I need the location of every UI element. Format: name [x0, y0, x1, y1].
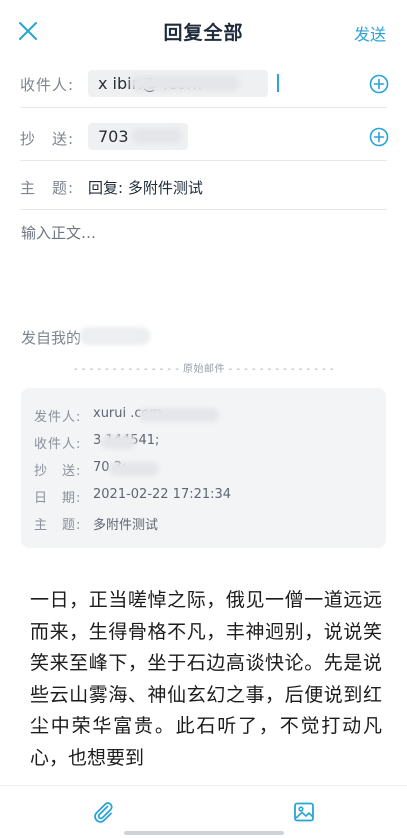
- redaction: [132, 128, 182, 144]
- redaction: [109, 462, 159, 476]
- original-field-label: 日 期:: [34, 491, 82, 506]
- redaction: [101, 435, 136, 449]
- text-caret: [277, 74, 279, 92]
- original-date-row: 日 期: 2021-02-22 17:21:34: [34, 487, 376, 507]
- home-indicator: [124, 831, 284, 835]
- cc-label: 抄 送:: [20, 130, 75, 148]
- original-field-label: 发件人:: [34, 410, 82, 425]
- original-mail-divider: - - - - - - - - - - - - - - 原始邮件 - - - -…: [73, 364, 335, 374]
- original-field-value: 2021-02-22 17:21:34: [93, 487, 232, 502]
- original-field-label: 抄 送:: [34, 464, 82, 479]
- redaction: [130, 75, 240, 91]
- to-label: 收件人:: [20, 76, 75, 94]
- original-subject-row: 主 题: 多附件测试: [34, 514, 376, 534]
- original-mail-card: 发件人: xurui .com 收件人: 3 144541; 抄 送: 70 3…: [21, 388, 386, 548]
- original-field-value: 多附件测试: [93, 518, 159, 533]
- original-field-label: 主 题:: [34, 518, 82, 533]
- redaction: [139, 408, 219, 422]
- subject-field[interactable]: 回复: 多附件测试: [88, 177, 203, 198]
- paperclip-icon[interactable]: [91, 800, 115, 824]
- bottom-toolbar: [0, 785, 407, 838]
- original-field-label: 收件人:: [34, 437, 82, 452]
- send-button[interactable]: 发送: [354, 21, 386, 45]
- to-row: 收件人: x ibin@ .com: [20, 62, 389, 108]
- add-recipient-icon[interactable]: [369, 74, 389, 94]
- subject-row[interactable]: 主 题: 回复: 多附件测试: [20, 161, 387, 210]
- body-input[interactable]: 输入正文…: [21, 222, 96, 243]
- cc-row: 抄 送: 703: [20, 108, 389, 161]
- page-title: 回复全部: [163, 22, 244, 44]
- original-cc-row: 抄 送: 70 3;: [34, 460, 376, 480]
- subject-label: 主 题:: [20, 179, 75, 197]
- header: 回复全部 发送: [0, 0, 407, 62]
- quoted-content: 一日，正当嗟悼之际，俄见一僧一道远远而来，生得骨格不凡，丰神迥别，说说笑笑来至峰…: [30, 589, 382, 769]
- signature: 发自我的: [21, 329, 82, 347]
- add-cc-icon[interactable]: [369, 127, 389, 147]
- image-icon[interactable]: [292, 800, 316, 824]
- redaction: [80, 327, 150, 345]
- original-to-row: 收件人: 3 144541;: [34, 433, 376, 453]
